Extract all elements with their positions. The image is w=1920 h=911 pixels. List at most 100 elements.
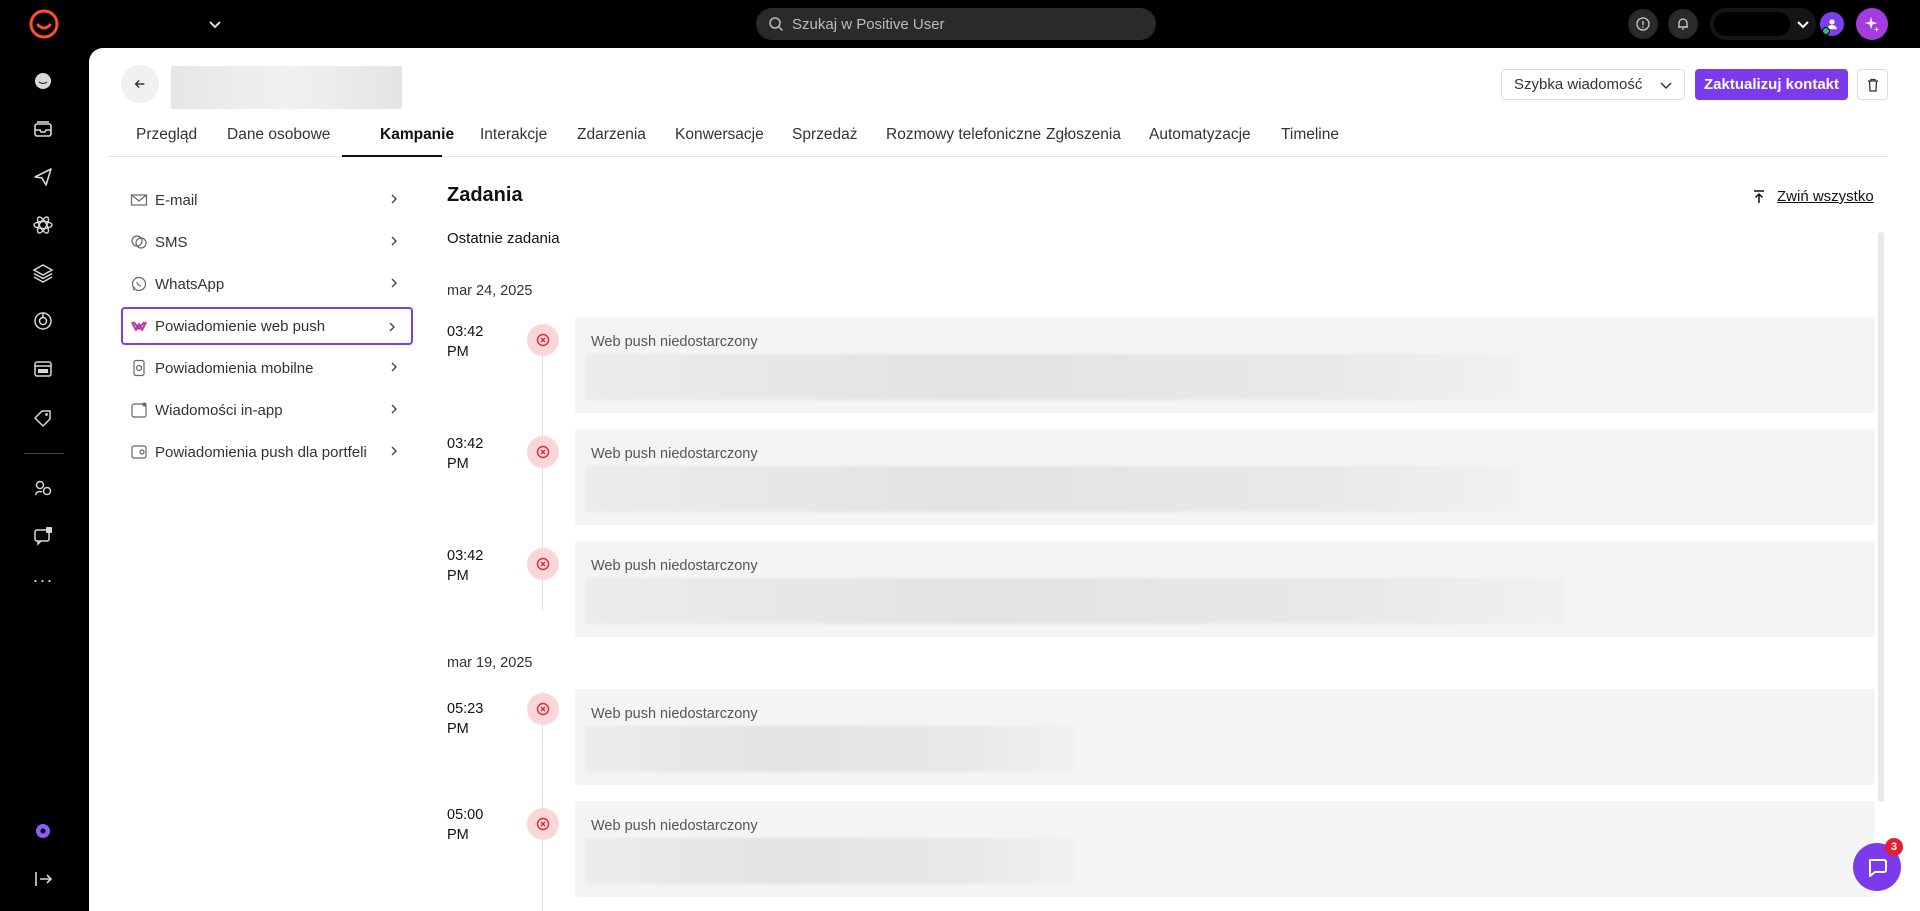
info-icon (1636, 17, 1650, 31)
channel-item-whatsapp[interactable]: WhatsApp (121, 265, 413, 303)
top-bar (0, 0, 1920, 48)
mail-icon (129, 190, 149, 210)
nav-content-icon[interactable] (30, 356, 56, 382)
tab-events[interactable]: Zdarzenia (577, 120, 646, 157)
account-name-redacted (1714, 12, 1790, 36)
help-button[interactable] (1628, 9, 1658, 39)
chevron-right-icon (391, 362, 397, 372)
global-search[interactable] (756, 8, 1156, 40)
quick-message-label: Szybka wiadomość (1514, 76, 1643, 93)
error-status-icon (527, 808, 559, 840)
channel-label: E-mail (155, 191, 198, 209)
delete-contact-button[interactable] (1857, 69, 1888, 100)
chat-icon (1868, 859, 1887, 877)
nav-automation-icon[interactable] (30, 212, 56, 238)
task-card[interactable]: Web push niedostarczony (575, 541, 1875, 637)
tab-tickets[interactable]: Zgłoszenia (1046, 120, 1121, 157)
task-status: Web push niedostarczony (591, 334, 758, 350)
recent-tasks-label: Ostatnie zadania (447, 230, 560, 247)
chat-unread-badge: 3 (1885, 838, 1903, 856)
collapse-all-button[interactable]: Zwiń wszystko (1751, 188, 1874, 205)
error-status-icon (527, 548, 559, 580)
bell-icon (1678, 18, 1688, 30)
task-status: Web push niedostarczony (591, 446, 758, 462)
channel-item-wallet-push[interactable]: Powiadomienia push dla portfeli (121, 433, 413, 471)
channel-item-mobile-push[interactable]: Powiadomienia mobilne (121, 349, 413, 387)
nav-loyalty-icon[interactable] (30, 404, 56, 430)
chevron-right-icon (391, 446, 397, 456)
task-details-redacted (585, 466, 1520, 512)
nav-contacts-icon[interactable] (30, 475, 56, 501)
channel-label: Powiadomienia mobilne (155, 359, 314, 377)
update-contact-button[interactable]: Zaktualizuj kontakt (1695, 69, 1848, 100)
tab-campaigns[interactable]: Kampanie (380, 120, 454, 157)
tab-timeline[interactable]: Timeline (1281, 120, 1339, 157)
nav-campaigns-icon[interactable] (30, 164, 56, 190)
nav-inbox-icon[interactable] (30, 116, 56, 142)
task-card[interactable]: Web push niedostarczony (575, 689, 1875, 785)
workspace-chevron-down-icon[interactable] (205, 14, 225, 34)
nav-integrations-icon[interactable] (30, 818, 56, 844)
chevron-down-icon (1660, 82, 1672, 90)
task-details-redacted (585, 838, 1075, 884)
tab-overview[interactable]: Przegląd (136, 120, 197, 157)
arrow-left-icon (134, 80, 145, 88)
task-details-redacted (585, 354, 1520, 400)
nav-layers-icon[interactable] (30, 260, 56, 286)
channel-label: Powiadomienia push dla portfeli (155, 443, 367, 461)
chevron-right-icon (391, 278, 397, 288)
channel-item-email[interactable]: E-mail (121, 181, 413, 219)
search-icon (769, 17, 784, 32)
ai-assistant-button[interactable] (1856, 8, 1888, 40)
task-details-redacted (585, 726, 1075, 772)
whatsapp-icon (129, 274, 149, 294)
tab-interactions[interactable]: Interakcje (480, 120, 547, 157)
task-time: 05:23 PM (447, 701, 484, 737)
search-input[interactable] (792, 15, 1132, 33)
chevron-right-icon (391, 194, 397, 204)
trash-icon (1867, 78, 1878, 92)
task-status: Web push niedostarczony (591, 558, 758, 574)
logo-icon[interactable] (28, 8, 60, 40)
tab-personal-data[interactable]: Dane osobowe (227, 120, 330, 157)
mobile-push-icon (129, 358, 149, 378)
channel-item-web-push[interactable]: Powiadomienie web push (121, 307, 413, 345)
contact-name-redacted (171, 66, 402, 109)
collapse-all-label: Zwiń wszystko (1777, 188, 1874, 205)
error-status-icon (527, 436, 559, 468)
task-time: 03:42 PM (447, 548, 484, 584)
task-card[interactable]: Web push niedostarczony (575, 429, 1875, 525)
task-status: Web push niedostarczony (591, 706, 758, 722)
channel-item-in-app[interactable]: Wiadomości in-app (121, 391, 413, 429)
tab-automations[interactable]: Automatyzacje (1149, 120, 1251, 157)
channel-item-sms[interactable]: SMS (121, 223, 413, 261)
task-status: Web push niedostarczony (591, 818, 758, 834)
content-scrollbar[interactable] (1878, 232, 1884, 802)
app: ··· Szybka wiadomość Zaktualizuj kontakt… (0, 0, 1920, 911)
nav-more-icon[interactable]: ··· (30, 570, 56, 596)
collapse-up-icon (1754, 189, 1764, 203)
error-status-icon (527, 693, 559, 725)
tab-sales[interactable]: Sprzedaż (792, 120, 857, 157)
tab-phone-calls[interactable]: Rozmowy telefoniczne (886, 120, 1041, 157)
task-card[interactable]: Web push niedostarczony (575, 801, 1875, 897)
account-chevron-down-icon[interactable] (1795, 14, 1811, 34)
nav-messages-icon[interactable] (30, 523, 56, 549)
section-title: Zadania (447, 184, 523, 206)
nav-analytics-icon[interactable] (30, 308, 56, 334)
channel-label: Wiadomości in-app (155, 401, 283, 419)
back-button[interactable] (121, 65, 159, 103)
active-tab-indicator (342, 155, 442, 157)
nav-home-icon[interactable] (30, 68, 56, 94)
date-group-label: mar 24, 2025 (447, 283, 533, 299)
quick-message-dropdown[interactable]: Szybka wiadomość (1501, 69, 1685, 100)
channel-label: Powiadomienie web push (155, 317, 326, 335)
nav-divider (24, 453, 64, 454)
task-card[interactable]: Web push niedostarczony (575, 317, 1875, 413)
nav-logout-icon[interactable] (30, 866, 56, 892)
web-push-icon (129, 316, 149, 336)
notifications-button[interactable] (1668, 9, 1698, 39)
sparkle-icon (1864, 16, 1880, 33)
tab-conversations[interactable]: Konwersacje (675, 120, 764, 157)
task-details-redacted (585, 578, 1565, 624)
